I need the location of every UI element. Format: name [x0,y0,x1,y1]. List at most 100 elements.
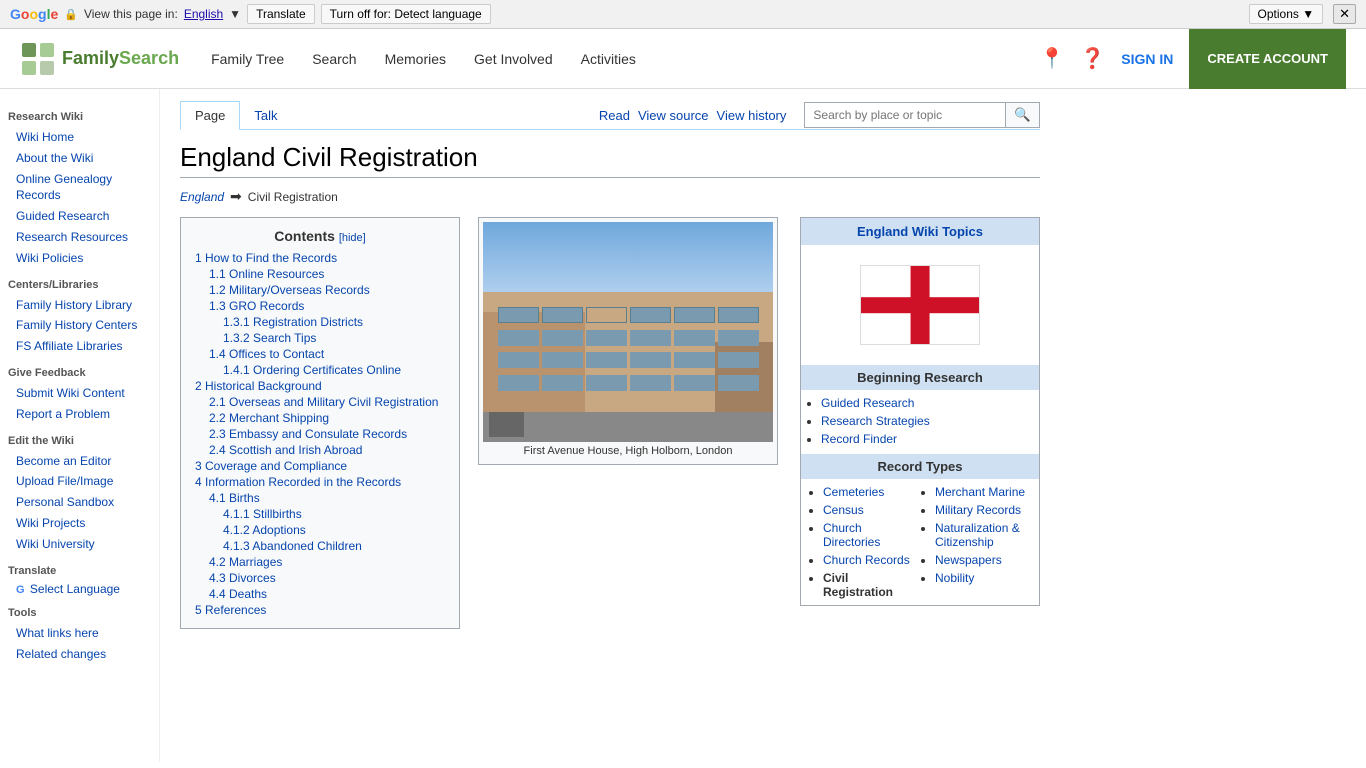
sign-in-button[interactable]: SIGN IN [1121,51,1173,67]
toc-link-2-1[interactable]: 2.1 Overseas and Military Civil Registra… [209,395,438,409]
create-account-button[interactable]: CREATE ACCOUNT [1189,29,1346,89]
toc-list: 1 How to Find the Records 1.1 Online Res… [195,250,445,618]
naturalization-link[interactable]: Naturalization & Citizenship [935,521,1020,549]
merchant-marine-link[interactable]: Merchant Marine [935,485,1025,499]
list-item: 4.4 Deaths [209,586,445,602]
toc-link-4[interactable]: 4 Information Recorded in the Records [195,475,401,489]
toc-link-4-1-1[interactable]: 4.1.1 Stillbirths [223,507,302,521]
location-icon[interactable]: 📍 [1039,46,1064,71]
tab-page[interactable]: Page [180,101,240,130]
toc-link-5[interactable]: 5 References [195,603,266,617]
nav-search[interactable]: Search [300,43,368,75]
breadcrumb-england-link[interactable]: England [180,190,224,204]
toc-link-4-4[interactable]: 4.4 Deaths [209,587,267,601]
list-item: Nobility [935,569,1031,587]
tab-view-history[interactable]: View history [717,108,787,123]
sidebar-personal-sandbox[interactable]: Personal Sandbox [8,492,151,513]
sidebar-report-problem[interactable]: Report a Problem [8,404,151,425]
toc-link-4-1-3[interactable]: 4.1.3 Abandoned Children [223,539,362,553]
list-item: 4.1.3 Abandoned Children [223,538,445,554]
sidebar-wiki-home[interactable]: Wiki Home [8,127,151,148]
toc-link-2-4[interactable]: 2.4 Scottish and Irish Abroad [209,443,362,457]
sidebar-online-genealogy[interactable]: Online Genealogy Records [8,169,151,207]
list-item: Record Finder [821,430,1031,448]
sidebar-wiki-projects[interactable]: Wiki Projects [8,513,151,534]
main-header: FamilySearch Family Tree Search Memories… [0,29,1366,89]
research-strategies-link[interactable]: Research Strategies [821,414,930,428]
sidebar-guided-research[interactable]: Guided Research [8,206,151,227]
sidebar-what-links[interactable]: What links here [8,623,151,644]
toc-link-4-1[interactable]: 4.1 Births [209,491,260,505]
nav-get-involved[interactable]: Get Involved [462,43,565,75]
newspapers-link[interactable]: Newspapers [935,553,1002,567]
help-icon[interactable]: ❓ [1080,46,1105,71]
toc-link-1-4[interactable]: 1.4 Offices to Contact [209,347,324,361]
list-item: 3 Coverage and Compliance [195,458,445,474]
military-records-link[interactable]: Military Records [935,503,1021,517]
sidebar-about-wiki[interactable]: About the Wiki [8,148,151,169]
guided-research-link[interactable]: Guided Research [821,396,914,410]
toc-link-1-3-2[interactable]: 1.3.2 Search Tips [223,331,316,345]
sidebar-submit-wiki[interactable]: Submit Wiki Content [8,383,151,404]
toc-link-3[interactable]: 3 Coverage and Compliance [195,459,347,473]
left-sidebar: Research Wiki Wiki Home About the Wiki O… [0,89,160,762]
toc-link-2-2[interactable]: 2.2 Merchant Shipping [209,411,329,425]
translate-button[interactable]: Translate [247,4,315,24]
view-page-text: View this page in: [84,7,178,21]
toc-link-1-1[interactable]: 1.1 Online Resources [209,267,324,281]
toc-link-2-3[interactable]: 2.3 Embassy and Consulate Records [209,427,407,441]
record-types-grid: Cemeteries Census Church Directories Chu… [801,479,1039,605]
cemeteries-link[interactable]: Cemeteries [823,485,884,499]
wiki-search-button[interactable]: 🔍 [1005,103,1039,127]
nav-memories[interactable]: Memories [373,43,458,75]
sidebar-section-feedback: Give Feedback [8,367,151,379]
tab-view-source[interactable]: View source [638,108,709,123]
sidebar-section-centers: Centers/Libraries [8,279,151,291]
toc-link-4-3[interactable]: 4.3 Divorces [209,571,276,585]
page-layout: Research Wiki Wiki Home About the Wiki O… [0,89,1366,762]
list-item: Church Directories [823,519,919,551]
sidebar-select-language[interactable]: Select Language [30,582,120,596]
sidebar-fs-affiliate[interactable]: FS Affiliate Libraries [8,336,151,357]
sidebar-related-changes[interactable]: Related changes [8,644,151,665]
page-tabs: Page Talk Read View source View history … [180,101,1040,130]
close-translate-button[interactable]: ✕ [1333,4,1356,24]
sidebar-upload-file[interactable]: Upload File/Image [8,471,151,492]
sidebar-family-history-library[interactable]: Family History Library [8,295,151,316]
church-records-link[interactable]: Church Records [823,553,910,567]
article-title: England Civil Registration [180,142,1040,178]
options-button[interactable]: Options ▼ [1249,4,1324,24]
tab-talk[interactable]: Talk [240,102,291,129]
tab-read[interactable]: Read [599,108,630,123]
sidebar-wiki-policies[interactable]: Wiki Policies [8,248,151,269]
church-directories-link[interactable]: Church Directories [823,521,880,549]
nav-family-tree[interactable]: Family Tree [199,43,296,75]
toc-link-2[interactable]: 2 Historical Background [195,379,322,393]
list-item: 2.3 Embassy and Consulate Records [209,426,445,442]
toc-link-4-1-2[interactable]: 4.1.2 Adoptions [223,523,306,537]
toc-link-1-3[interactable]: 1.3 GRO Records [209,299,304,313]
toc-link-4-2[interactable]: 4.2 Marriages [209,555,282,569]
language-link[interactable]: English [184,7,223,21]
list-item: 1.4 Offices to Contact [209,346,445,362]
wiki-search-box: 🔍 [804,102,1040,128]
record-finder-link[interactable]: Record Finder [821,432,897,446]
sidebar-section-edit: Edit the Wiki [8,435,151,447]
sidebar-wiki-university[interactable]: Wiki University [8,534,151,555]
toc-link-1-3-1[interactable]: 1.3.1 Registration Districts [223,315,363,329]
toc-link-1[interactable]: 1 How to Find the Records [195,251,337,265]
census-link[interactable]: Census [823,503,864,517]
toc-link-1-4-1[interactable]: 1.4.1 Ordering Certificates Online [223,363,401,377]
wiki-search-input[interactable] [805,104,1005,126]
toc-hide-link[interactable]: [hide] [339,232,366,244]
sidebar-research-resources[interactable]: Research Resources [8,227,151,248]
toc-link-1-2[interactable]: 1.2 Military/Overseas Records [209,283,370,297]
nav-activities[interactable]: Activities [569,43,648,75]
sidebar-family-history-centers[interactable]: Family History Centers [8,315,151,336]
nobility-link[interactable]: Nobility [935,571,974,585]
record-types-header: Record Types [801,454,1039,479]
sidebar-become-editor[interactable]: Become an Editor [8,451,151,472]
options-area: Options ▼ ✕ [1249,4,1356,24]
turnoff-button[interactable]: Turn off for: Detect language [321,4,491,24]
logo-link[interactable]: FamilySearch [20,41,179,77]
